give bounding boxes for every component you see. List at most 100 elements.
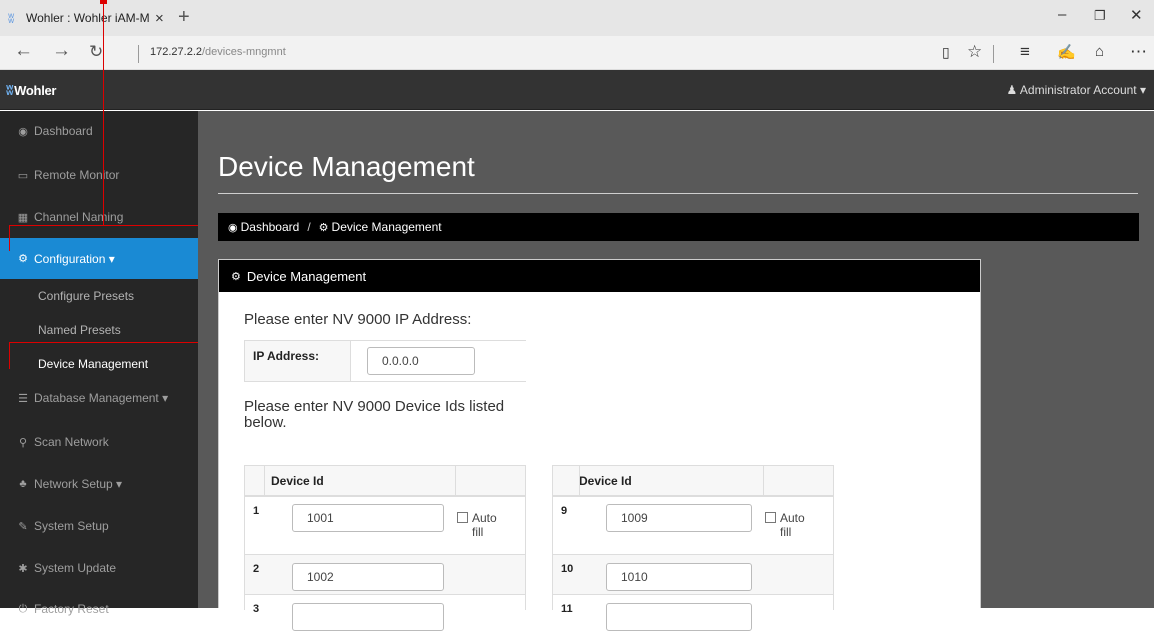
auto-fill-label-line2: fill [472,525,484,539]
ids-prompt-line2: below. [244,414,287,431]
panel-title: Device Management [246,268,367,284]
breadcrumb-separator: / [307,220,311,234]
row-number: 3 [253,603,260,615]
auto-fill-label-line2: fill [780,525,792,539]
back-icon[interactable]: ← [14,40,33,62]
address-separator [138,45,139,63]
device-id-input[interactable] [292,603,444,631]
table-row: 11 [553,594,833,631]
sidebar-item-label: Database Management [34,391,159,405]
row-number: 10 [561,563,574,575]
sidebar-item-scan-network[interactable]: ⚲ Scan Network [0,422,198,462]
sidebar-item-label: Dashboard [34,124,93,138]
annotation-box-device-management [9,342,203,369]
hub-icon[interactable]: ≡ [1020,42,1030,62]
table-row: 2 [245,554,525,594]
device-id-column-header: Device Id [579,474,632,488]
breadcrumb-current: Device Management [331,220,442,234]
tab-close-icon[interactable]: × [155,10,164,27]
ip-address-table: IP Address: [244,340,526,382]
ids-prompt-line1: Please enter NV 9000 Device Ids listed [244,398,505,415]
cogs-icon: ⚙ [318,221,329,234]
url-field[interactable]: 172.27.2.2/devices-mngmnt [150,46,286,58]
device-id-input[interactable] [606,504,752,532]
sidebar-item-configure-presets[interactable]: Configure Presets [0,277,198,315]
device-id-input[interactable] [606,603,752,631]
restore-icon[interactable]: ❐ [1094,8,1106,24]
dashboard-icon: ◉ [228,221,238,234]
sidebar-item-label: Scan Network [34,435,109,449]
sidebar-item-label: System Update [34,561,117,575]
window-close-icon[interactable]: ✕ [1130,6,1143,24]
sidebar-item-network-setup[interactable]: ♣ Network Setup ▾ [0,464,198,504]
monitor-icon: ▭ [17,169,29,182]
sidebar-item-label: Remote Monitor [34,168,120,182]
sidebar-item-label: Factory Reset [34,602,109,616]
minimize-icon[interactable]: – [1058,6,1066,23]
wohler-favicon-icon: ʬ [8,10,15,26]
sidebar-item-factory-reset[interactable]: ⏻ Factory Reset [0,589,198,629]
sidebar-item-label: System Setup [34,519,109,533]
annotation-box-configuration [9,225,203,251]
ip-address-input[interactable] [367,347,475,375]
dashboard-icon: ◉ [18,125,28,138]
annotation-line [100,0,107,225]
account-menu[interactable]: ♟ Administrator Account ▾ [1006,83,1146,97]
sidebar-item-label: Network Setup [34,477,113,491]
device-id-column-header: Device Id [271,474,324,488]
auto-fill-checkbox[interactable]: Auto fill [457,511,497,539]
page-title: Device Management [218,151,475,182]
sidebar-item-label: Configure Presets [38,289,135,303]
sidebar-item-database-management[interactable]: ☰ Database Management ▾ [0,378,198,418]
toolbar-separator [993,45,994,63]
sidebar-item-system-setup[interactable]: ✎ System Setup [0,506,198,546]
title-divider [218,193,1138,194]
new-tab-button[interactable]: + [178,6,190,29]
more-icon[interactable]: ⋯ [1130,42,1147,62]
sidebar-item-label: Configuration [34,251,106,266]
chevron-down-icon: ▾ [162,391,169,405]
ip-address-label: IP Address: [253,349,320,363]
table-row: 1 Autofill [245,496,525,554]
refresh-icon[interactable]: ↻ [89,42,103,62]
browser-tab-bar: ʬ Wohler : Wohler iAM-M × + – ❐ ✕ [0,0,1154,36]
auto-fill-checkbox[interactable]: Auto fill [765,511,805,539]
wohler-logo[interactable]: ʬWohler [6,82,57,98]
reading-view-icon[interactable]: ▯ [942,44,950,61]
url-host: 172.27.2.2 [150,46,202,58]
sidebar-item-remote-monitor[interactable]: ▭ Remote Monitor [0,155,198,195]
search-icon: ⚲ [18,436,28,449]
logo-text: Wohler [14,83,57,98]
device-id-table-left: Device Id 1 Autofill 2 3 [244,465,526,631]
row-number: 9 [561,505,568,517]
auto-fill-label: Auto [472,511,497,525]
row-number: 1 [253,505,260,517]
breadcrumb-dashboard-link[interactable]: Dashboard [241,220,300,234]
favorite-star-icon[interactable]: ☆ [967,42,982,62]
cogs-icon: ⚙ [18,253,28,265]
auto-fill-label: Auto [780,511,805,525]
device-id-input[interactable] [606,563,752,591]
sidebar-item-label: Channel Naming [34,210,124,224]
chevron-down-icon: ▾ [116,477,123,491]
table-row: 3 [245,594,525,631]
sidebar-item-dashboard[interactable]: ◉ Dashboard [0,111,198,151]
account-label: Administrator Account [1019,83,1137,97]
power-icon: ⏻ [18,602,28,615]
row-number: 11 [561,603,573,615]
sidebar-item-label: Named Presets [38,323,121,337]
browser-tab[interactable]: ʬ Wohler : Wohler iAM-M × [0,0,171,36]
breadcrumb: ◉ Dashboard / ⚙ Device Management [218,213,1139,241]
table-row: 10 [553,554,833,594]
device-management-panel: ⚙ Device Management Please enter NV 9000… [218,259,981,631]
share-icon[interactable]: ⌂ [1095,43,1104,60]
row-number: 2 [253,563,260,575]
sidebar-item-system-update[interactable]: ✱ System Update [0,548,198,588]
app-top-bar: ʬWohler ♟ Administrator Account ▾ [0,70,1154,110]
device-id-input[interactable] [292,504,444,532]
device-id-input[interactable] [292,563,444,591]
forward-icon[interactable]: → [52,40,71,62]
grid-icon: ▦ [17,211,29,224]
web-note-icon[interactable]: ✍ [1057,43,1076,61]
panel-header: ⚙ Device Management [219,260,980,292]
